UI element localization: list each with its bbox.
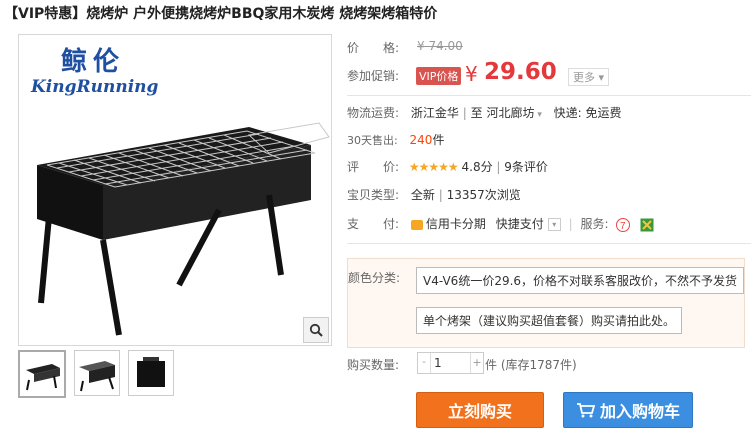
- condition-value: 全新: [410, 188, 435, 202]
- promo-label: 参加促销:: [347, 69, 400, 83]
- condition-label: 宝贝类型:: [347, 188, 400, 202]
- chevron-down-icon: ▾: [598, 71, 605, 84]
- ship-to: 河北廊坊: [486, 106, 535, 120]
- option-v4-v6[interactable]: V4-V6统一价29.6，价格不对联系客服改价，不然不予发货: [416, 267, 745, 294]
- thumbnail-3[interactable]: [128, 350, 174, 396]
- payment-dropdown-icon[interactable]: ▾: [547, 218, 561, 231]
- quantity-plus-button[interactable]: +: [470, 353, 483, 373]
- buy-label: 立刻购买: [447, 402, 512, 421]
- view-count: 13357次浏览: [446, 188, 521, 202]
- quantity-input[interactable]: 1: [434, 356, 442, 370]
- main-product-image[interactable]: 鲸伦 KingRunning: [18, 34, 332, 346]
- service-label: 服务:: [580, 217, 609, 231]
- reviews-link[interactable]: 9条评价: [504, 160, 548, 174]
- grill-box-thumbnail: [137, 357, 165, 387]
- divider: [347, 95, 751, 96]
- price-label: 价 格:: [347, 41, 400, 55]
- shipping-row: 物流运费: 浙江金华 | 至 河北廊坊 ▾ 快递: 免运费: [347, 106, 622, 120]
- credit-card-icon: [410, 219, 423, 230]
- quantity-label: 购买数量:: [347, 358, 400, 372]
- svg-text:7: 7: [620, 221, 626, 232]
- vip-price-tag: VIP价格: [416, 67, 462, 85]
- chevron-down-icon: ▾: [534, 110, 542, 120]
- promo-row: 参加促销:: [347, 67, 399, 84]
- quick-pay[interactable]: 快捷支付: [496, 217, 544, 231]
- credit-label: 信用卡分期: [425, 217, 486, 231]
- sales-label: 30天售出:: [347, 134, 398, 147]
- ship-sep: 至: [470, 106, 483, 120]
- rating-row: 评 价: ★★★★★ 4.8分 | 9条评价: [347, 160, 548, 174]
- grill-illustration: [37, 122, 330, 336]
- ship-from: 浙江金华: [410, 106, 459, 120]
- ship-method: 快递: 免运费: [553, 106, 622, 120]
- original-price: ¥ 74.00: [417, 39, 463, 53]
- thumbnail-2[interactable]: [74, 350, 120, 396]
- credit-installment[interactable]: 信用卡分期: [410, 217, 486, 231]
- buy-now-button[interactable]: 立刻购买: [416, 392, 544, 428]
- price-row: 价 格:: [347, 39, 399, 56]
- ship-to-select[interactable]: 河北廊坊 ▾: [486, 106, 541, 120]
- cart-label: 加入购物车: [599, 402, 680, 421]
- more-promotions-button[interactable]: 更多 ▾: [568, 68, 610, 86]
- stock-info: 件 (库存1787件): [485, 358, 577, 372]
- rating-score: 4.8分: [461, 160, 493, 174]
- add-to-cart-button[interactable]: 加入购物车: [563, 392, 693, 428]
- product-title: 【VIP特惠】烧烤炉 户外便携烧烤炉BBQ家用木炭烤 烧烤架烤箱特价: [4, 6, 438, 22]
- promo-price: 29.60: [484, 59, 557, 85]
- zoom-button[interactable]: [303, 317, 329, 343]
- grill-angled-thumbnail: [79, 361, 115, 392]
- shipping-label: 物流运费:: [347, 106, 400, 120]
- condition-row: 宝贝类型: 全新 | 13357次浏览: [347, 188, 521, 202]
- currency-symbol: ¥: [465, 62, 478, 86]
- payment-label: 支 付:: [347, 217, 400, 231]
- options-label: 颜色分类:: [348, 271, 401, 285]
- guarantee-icon[interactable]: [640, 218, 654, 232]
- magnifier-icon: [309, 323, 323, 337]
- sales-unit: 件: [432, 133, 445, 147]
- grill-open-thumbnail: [26, 364, 60, 391]
- seven-day-return-icon[interactable]: 7: [616, 217, 631, 232]
- quantity-minus-button[interactable]: -: [418, 353, 431, 373]
- rating-label: 评 价:: [347, 160, 400, 174]
- divider: [347, 243, 751, 244]
- star-rating-icon: ★★★★★: [408, 160, 459, 174]
- sales-row: 30天售出: 240件: [347, 131, 444, 148]
- sales-count: 240: [409, 133, 433, 147]
- thumbnail-1[interactable]: [18, 350, 66, 398]
- option-single-rack[interactable]: 单个烤架（建议购买超值套餐）购买请拍此处。: [416, 307, 683, 334]
- payment-row: 支 付: 信用卡分期 快捷支付 ▾ | 服务: 7: [347, 215, 654, 232]
- quantity-stepper: - 1 +: [417, 352, 484, 374]
- cart-icon: [576, 403, 596, 418]
- more-label: 更多: [573, 71, 595, 84]
- sku-options-panel: 颜色分类: V4-V6统一价29.6，价格不对联系客服改价，不然不予发货 单个烤…: [347, 258, 745, 348]
